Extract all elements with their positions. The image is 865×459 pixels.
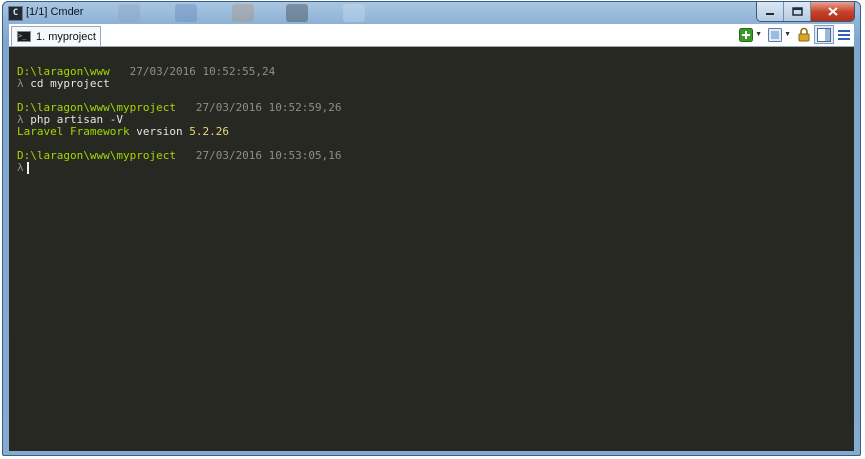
new-console-button[interactable] (739, 27, 754, 43)
close-button[interactable] (810, 2, 854, 21)
title-bar[interactable]: C [1/1] Cmder (3, 2, 860, 24)
new-console-dropdown-arrow[interactable]: ▼ (755, 31, 762, 38)
new-console-icon (739, 27, 754, 42)
maximize-button[interactable] (783, 2, 810, 21)
tab-myproject[interactable]: >_ 1. myproject (11, 26, 101, 46)
console-area[interactable]: D:\laragon\www 27/03/2016 10:52:55,24 λ … (9, 47, 854, 451)
background-window-icon (343, 4, 365, 22)
cmder-app-icon[interactable]: C (8, 6, 23, 21)
minimize-icon (766, 12, 774, 15)
command-line: λ cd myproject (17, 78, 110, 90)
output-version-number: 5.2.26 (189, 125, 229, 138)
prompt-timestamp: 27/03/2016 10:53:05,16 (195, 149, 342, 162)
output-framework: Laravel Framework (17, 125, 130, 138)
maximize-icon (791, 7, 803, 16)
background-window-icon (175, 4, 197, 22)
split-icon (768, 27, 783, 42)
prompt-timestamp: 27/03/2016 10:52:59,26 (195, 101, 342, 114)
lambda-prompt: λ (17, 161, 24, 174)
output-line: Laravel Framework version 5.2.26 (17, 126, 229, 138)
split-dropdown-arrow[interactable]: ▼ (784, 31, 791, 38)
background-window-icon (232, 4, 254, 22)
menu-button[interactable] (837, 27, 851, 43)
window-controls (756, 2, 855, 22)
menu-icon (838, 29, 850, 40)
prompt-path-line: D:\laragon\www\myproject 27/03/2016 10:5… (17, 150, 342, 162)
toolbar: ▼ ▼ (739, 25, 854, 44)
panel-button[interactable] (814, 25, 834, 44)
lock-button[interactable] (797, 27, 811, 43)
cmder-window: C [1/1] Cmder >_ 1. myproject ▼ ▼ D:\lar… (2, 1, 861, 456)
console-icon: >_ (17, 31, 31, 42)
output-version-label: version (136, 125, 183, 138)
active-command-line[interactable]: λ (17, 162, 29, 174)
background-window-icon (286, 4, 308, 22)
background-window-icon (118, 4, 140, 22)
window-title: [1/1] Cmder (26, 6, 84, 18)
minimize-button[interactable] (757, 2, 783, 21)
command-text: cd myproject (30, 77, 110, 90)
close-icon (827, 7, 838, 16)
split-button[interactable] (768, 27, 783, 43)
prompt-path: D:\laragon\www\myproject (17, 149, 176, 162)
lambda-prompt: λ (17, 77, 24, 90)
prompt-timestamp: 27/03/2016 10:52:55,24 (129, 65, 276, 78)
panel-icon (817, 27, 831, 42)
tab-bar: >_ 1. myproject ▼ ▼ (9, 24, 854, 47)
text-cursor (26, 162, 29, 174)
tab-label: 1. myproject (36, 30, 96, 43)
lock-icon (798, 27, 810, 42)
